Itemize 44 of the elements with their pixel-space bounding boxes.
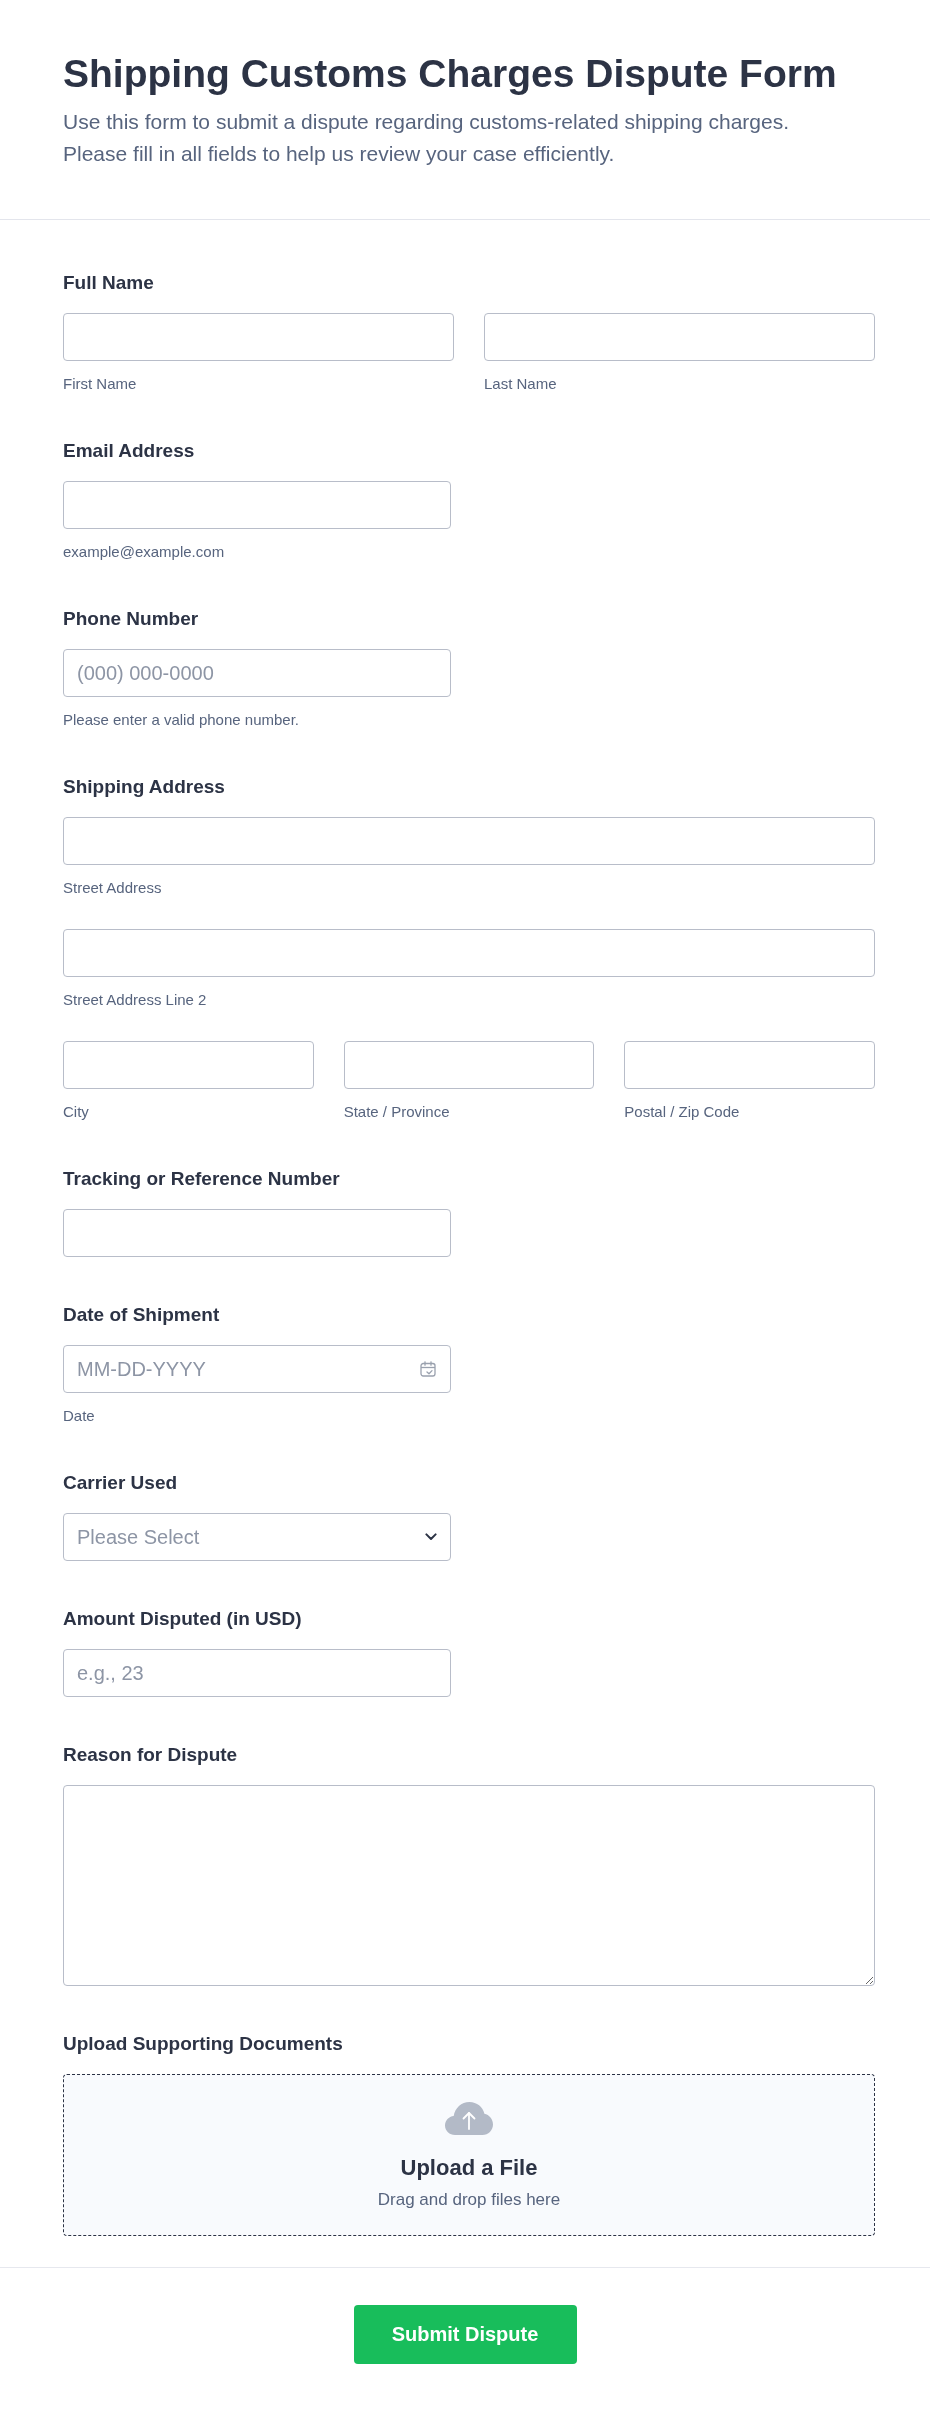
field-caption: Street Address Line 2 — [63, 991, 207, 1009]
field-label: Tracking or Reference Number — [63, 1167, 340, 1191]
dropdown[interactable]: Please Select — [63, 1513, 451, 1561]
field-label: Shipping Address — [63, 775, 225, 799]
input-field[interactable] — [63, 1041, 314, 1089]
field-caption: Last Name — [484, 375, 557, 393]
field-caption: Date — [63, 1407, 95, 1425]
field-caption: Street Address — [63, 879, 162, 897]
input-field[interactable] — [63, 481, 451, 529]
input-field[interactable] — [624, 1041, 875, 1089]
date-field[interactable]: MM-DD-YYYY — [63, 1345, 451, 1393]
input-field[interactable]: e.g., 23 — [63, 1649, 451, 1697]
upload-dropzone[interactable]: Upload a File Drag and drop files here — [63, 2074, 875, 2236]
chevron-down-icon — [425, 1533, 437, 1541]
field-label: Reason for Dispute — [63, 1743, 238, 1767]
field-label: Phone Number — [63, 607, 199, 631]
input-field[interactable] — [63, 929, 875, 977]
input-field[interactable] — [343, 1041, 595, 1089]
field-caption: Postal / Zip Code — [624, 1103, 740, 1121]
input-field[interactable] — [63, 313, 454, 361]
upload-hint: Drag and drop files here — [377, 2189, 561, 2211]
input-field[interactable] — [484, 313, 875, 361]
form-description: Use this form to submit a dispute regarding customs-related shipping charges. — [63, 109, 790, 135]
field-label: Full Name — [63, 271, 154, 295]
field-label: Amount Disputed (in USD) — [63, 1607, 302, 1631]
form-description: Please fill in all fields to help us review your case efficiently. — [63, 141, 615, 167]
field-caption: State / Province — [343, 1103, 450, 1121]
field-caption: First Name — [63, 375, 137, 393]
input-field[interactable]: (000) 000-0000 — [63, 649, 451, 697]
field-caption: Please enter a valid phone number. — [63, 711, 299, 729]
submit-button[interactable]: Submit Dispute — [353, 2305, 577, 2364]
text-area[interactable] — [63, 1785, 875, 1986]
calendar-icon — [420, 1361, 436, 1377]
input-field[interactable] — [63, 1209, 451, 1257]
field-label: Carrier Used — [63, 1471, 178, 1495]
cloud-upload-icon — [445, 2102, 493, 2135]
field-caption: City — [63, 1103, 89, 1121]
field-caption: example@example.com — [63, 543, 225, 561]
upload-title: Upload a File — [400, 2154, 538, 2182]
field-label: Upload Supporting Documents — [63, 2032, 343, 2056]
input-field[interactable] — [63, 817, 875, 865]
field-label: Email Address — [63, 439, 195, 463]
field-label: Date of Shipment — [63, 1303, 220, 1327]
form-title: Shipping Customs Charges Dispute Form — [63, 51, 837, 97]
